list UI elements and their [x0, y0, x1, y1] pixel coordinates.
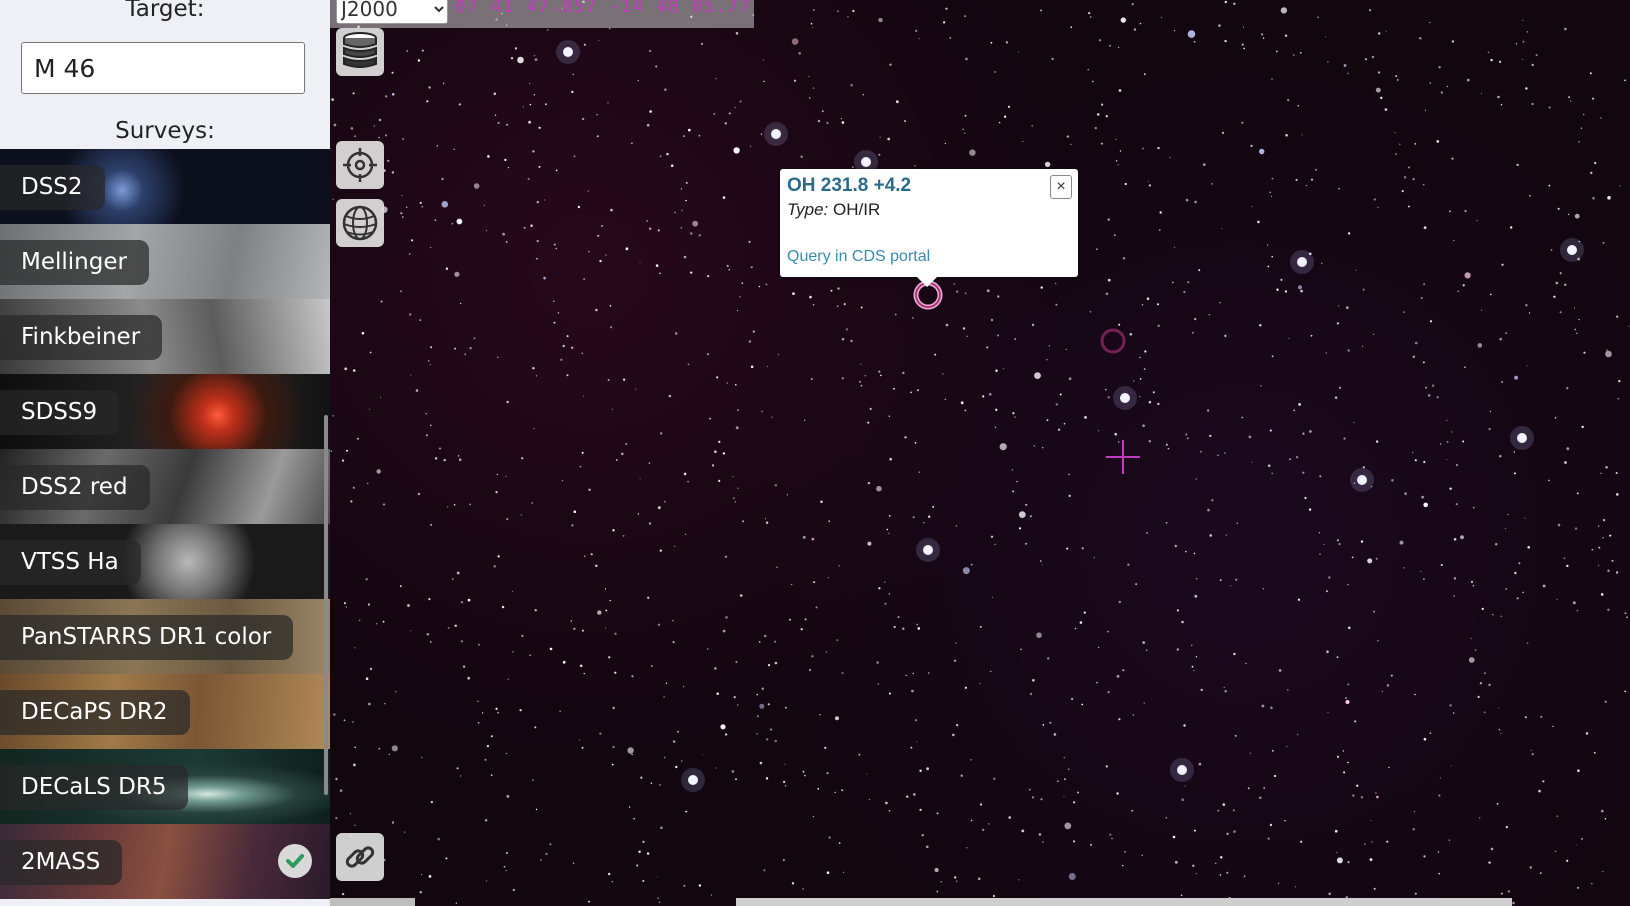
popup-object-type: Type: OH/IR: [787, 200, 880, 220]
globe-icon: [342, 205, 378, 241]
horizontal-scrollbar-thumb[interactable]: [736, 898, 1512, 906]
survey-item-sdss9[interactable]: SDSS9: [0, 374, 330, 449]
survey-label: DECaLS DR5: [0, 765, 189, 810]
survey-item-dss2[interactable]: DSS2: [0, 149, 330, 224]
popup-object-name: OH 231.8 +4.2: [787, 175, 912, 196]
horizontal-scrollbar-left[interactable]: [330, 898, 415, 906]
survey-item-mellinger[interactable]: Mellinger: [0, 224, 330, 299]
popup-close-button[interactable]: ×: [1050, 175, 1072, 199]
survey-item-decals-dr5[interactable]: DECaLS DR5: [0, 749, 330, 824]
crosshair-icon: [343, 148, 377, 182]
survey-label: VTSS Ha: [0, 540, 141, 585]
survey-item-panstarrs-dr1-color[interactable]: PanSTARRS DR1 color: [0, 599, 330, 674]
survey-label: DECaPS DR2: [0, 690, 190, 735]
frame-select[interactable]: J2000: [336, 0, 448, 24]
star-field: [330, 0, 1630, 906]
survey-item-dss2-red[interactable]: DSS2 red: [0, 449, 330, 524]
source-marker-icon[interactable]: [1097, 325, 1129, 357]
sky-view[interactable]: [330, 0, 1630, 906]
locate-button[interactable]: [336, 141, 384, 189]
survey-item-finkbeiner[interactable]: Finkbeiner: [0, 299, 330, 374]
survey-item-decaps-dr2[interactable]: DECaPS DR2: [0, 674, 330, 749]
survey-label: DSS2 red: [0, 465, 150, 510]
survey-list: DSS2 Mellinger Finkbeiner SDSS9 DSS2 red…: [0, 149, 330, 906]
target-input[interactable]: [21, 42, 305, 94]
survey-label: DSS2: [0, 165, 105, 210]
survey-label: PanSTARRS DR1 color: [0, 615, 294, 660]
sidebar: Target: Surveys: DSS2 Mellinger Finkbein…: [0, 0, 330, 906]
share-link-button[interactable]: [336, 833, 384, 881]
survey-label: 2MASS: [0, 840, 123, 885]
projection-button[interactable]: [336, 199, 384, 247]
survey-item-2mass[interactable]: 2MASS: [0, 824, 330, 899]
surveys-heading: Surveys:: [115, 118, 215, 144]
survey-label: SDSS9: [0, 390, 120, 435]
cds-portal-link[interactable]: Query in CDS portal: [787, 248, 930, 266]
popup-type-value: OH/IR: [833, 200, 881, 219]
sidebar-scrollbar[interactable]: [324, 415, 328, 795]
survey-item-vtss-ha[interactable]: VTSS Ha: [0, 524, 330, 599]
target-heading: Target:: [125, 0, 205, 22]
object-info-popup: OH 231.8 +4.2 Type: OH/IR Query in CDS p…: [780, 169, 1078, 287]
layers-icon: [343, 32, 377, 68]
coordinate-readout: 07 41 47.857 -14 48 05.77: [455, 0, 751, 17]
survey-label: Finkbeiner: [0, 315, 163, 360]
selected-check-icon: [278, 844, 312, 878]
view-center-reticle-icon: [1106, 440, 1140, 474]
layers-button[interactable]: [336, 28, 384, 76]
link-icon: [345, 846, 375, 868]
popup-type-label: Type:: [787, 200, 829, 219]
survey-label: Mellinger: [0, 240, 149, 285]
